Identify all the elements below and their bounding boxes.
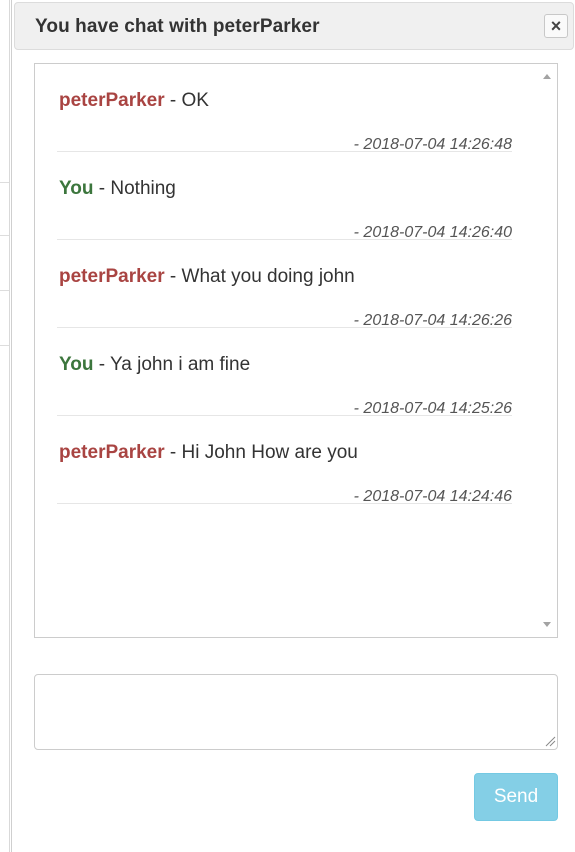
message-text: Ya john i am fine — [110, 354, 251, 375]
dialog-header: You have chat with peterParker × — [14, 2, 574, 50]
message-timestamp: - 2018-07-04 14:24:46 — [353, 488, 512, 505]
message-input[interactable] — [34, 674, 558, 750]
message-item: You - Ya john i am fine - 2018-07-04 14:… — [57, 328, 512, 417]
dialog-title: You have chat with peterParker — [35, 16, 320, 37]
message-text: What you doing john — [181, 266, 355, 287]
message-separator: - — [93, 178, 111, 199]
message-item: You - Nothing - 2018-07-04 14:26:40 — [57, 152, 512, 241]
send-button[interactable]: Send — [474, 773, 558, 821]
message-separator: - — [164, 90, 182, 111]
message-line: You - Nothing — [59, 178, 176, 200]
vertical-scrollbar[interactable] — [537, 64, 557, 637]
scroll-down-arrow-icon[interactable] — [543, 622, 551, 627]
page: You have chat with peterParker × peterPa… — [0, 0, 575, 852]
message-item: peterParker - OK - 2018-07-04 14:26:48 — [57, 64, 512, 153]
message-line: You - Ya john i am fine — [59, 354, 250, 376]
message-line: peterParker - What you doing john — [59, 266, 355, 288]
message-sender: peterParker — [59, 266, 165, 287]
resize-grip-icon[interactable] — [544, 735, 556, 747]
message-text: OK — [181, 90, 209, 111]
message-text: Nothing — [110, 178, 176, 199]
message-sender: peterParker — [59, 442, 165, 463]
message-item: peterParker - What you doing john - 2018… — [57, 240, 512, 329]
messages-panel[interactable]: peterParker - OK - 2018-07-04 14:26:48 Y… — [34, 63, 558, 638]
message-sender: peterParker — [59, 90, 165, 111]
chat-dialog: You have chat with peterParker × peterPa… — [11, 0, 575, 852]
close-button[interactable]: × — [544, 14, 568, 38]
message-sender: You — [59, 354, 94, 375]
message-separator: - — [164, 442, 182, 463]
message-line: peterParker - Hi John How are you — [59, 442, 358, 464]
message-separator: - — [93, 354, 111, 375]
background-page-edge — [0, 0, 10, 852]
message-item: peterParker - Hi John How are you - 2018… — [57, 416, 512, 505]
message-text: Hi John How are you — [181, 442, 358, 463]
message-sender: You — [59, 178, 94, 199]
message-line: peterParker - OK — [59, 90, 209, 112]
scroll-up-arrow-icon[interactable] — [543, 74, 551, 79]
message-separator: - — [164, 266, 182, 287]
